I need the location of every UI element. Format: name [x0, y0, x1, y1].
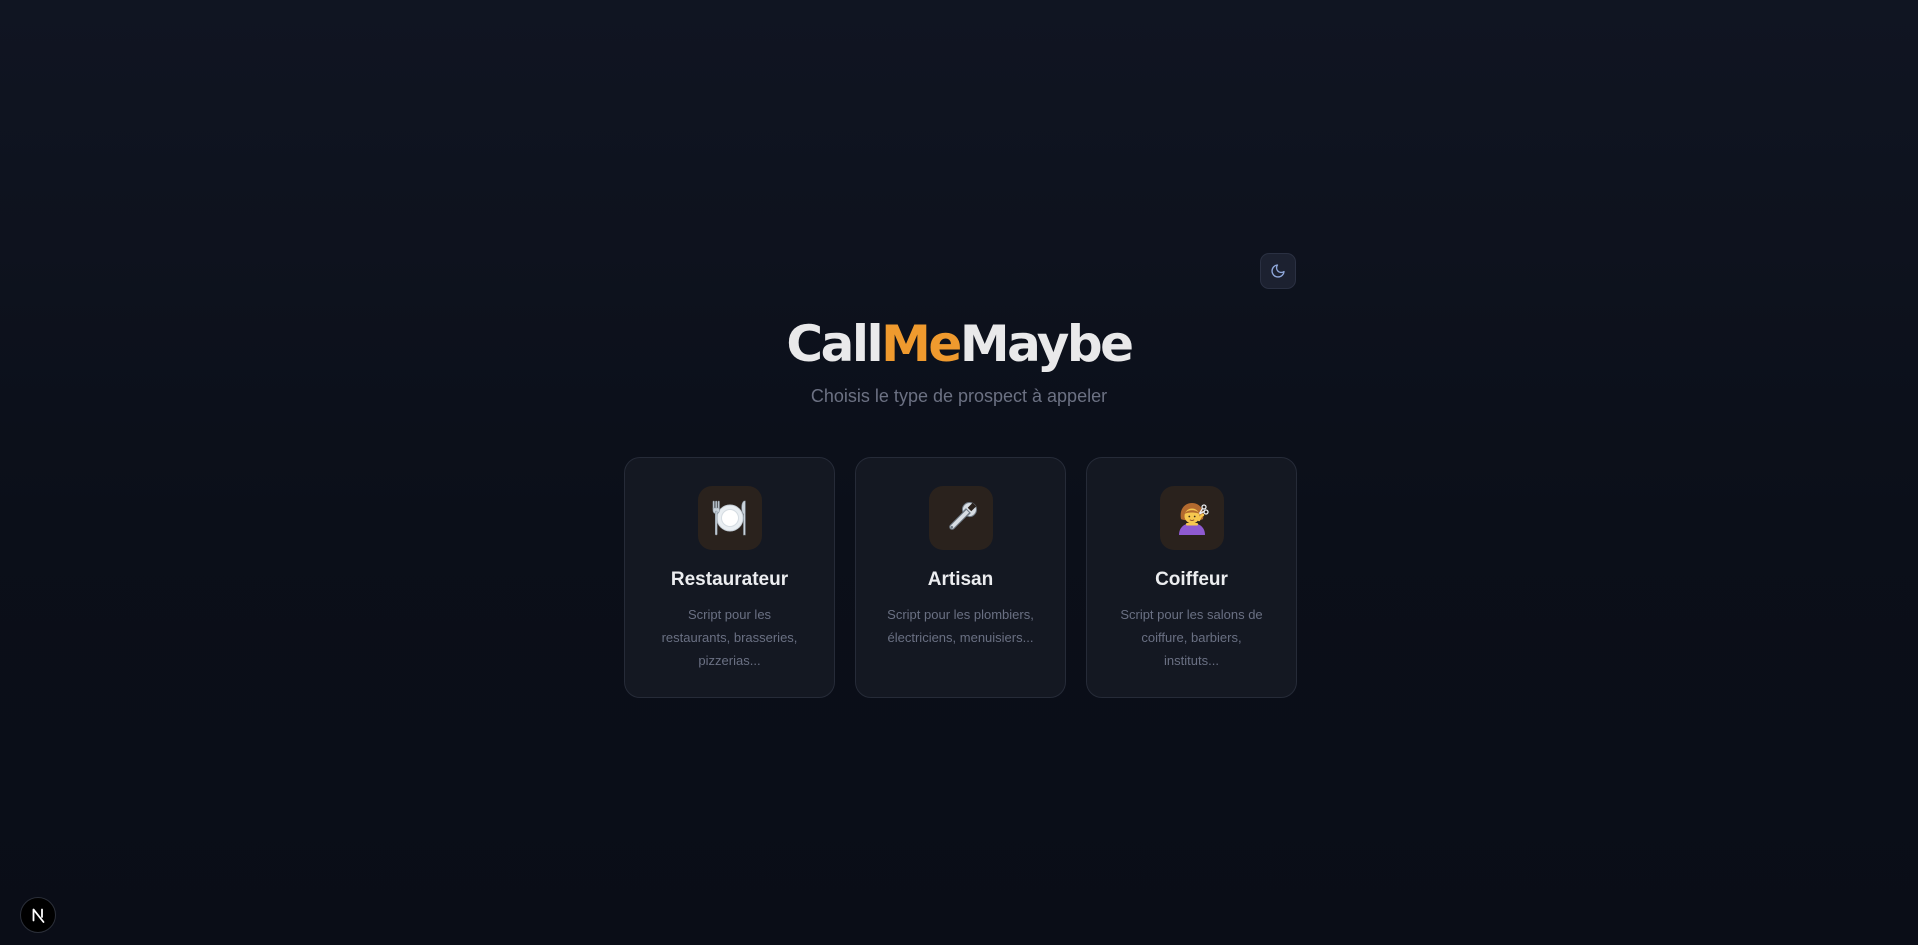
app-title-accent: Me — [881, 315, 962, 373]
page-subtitle: Choisis le type de prospect à appeler — [810, 386, 1108, 406]
moon-icon — [1271, 264, 1285, 278]
prospect-type-cards: Restaurateur Script pour les restaurants… — [624, 457, 1297, 698]
card-description: Script pour les restaurants, brasseries,… — [661, 607, 798, 668]
card-restaurateur[interactable]: Restaurateur Script pour les restaurants… — [624, 457, 835, 698]
card-title: Artisan — [927, 569, 994, 590]
card-icon-tile — [697, 486, 762, 550]
card-icon-tile — [1159, 486, 1224, 550]
plate-cutlery-icon — [712, 500, 746, 536]
card-icon-tile — [928, 486, 993, 550]
hairdresser-icon — [1178, 503, 1209, 535]
nextjs-dev-badge[interactable] — [20, 897, 56, 933]
app-title-part2: Maybe — [959, 315, 1134, 373]
theme-toggle-button[interactable] — [1260, 253, 1296, 289]
card-description: Script pour les salons de coiffure, barb… — [1120, 607, 1263, 668]
app-title-part1: Call — [786, 315, 883, 373]
card-title: Restaurateur — [670, 569, 789, 590]
card-artisan[interactable]: Artisan Script pour les plombiers, élect… — [855, 457, 1066, 698]
nextjs-icon — [32, 908, 45, 923]
card-description: Script pour les plombiers, électriciens,… — [887, 607, 1034, 645]
wrench-icon — [948, 502, 977, 530]
app-title: CallMeMaybe — [0, 312, 1918, 376]
card-title: Coiffeur — [1155, 569, 1228, 590]
card-coiffeur[interactable]: Coiffeur Script pour les salons de coiff… — [1086, 457, 1297, 698]
